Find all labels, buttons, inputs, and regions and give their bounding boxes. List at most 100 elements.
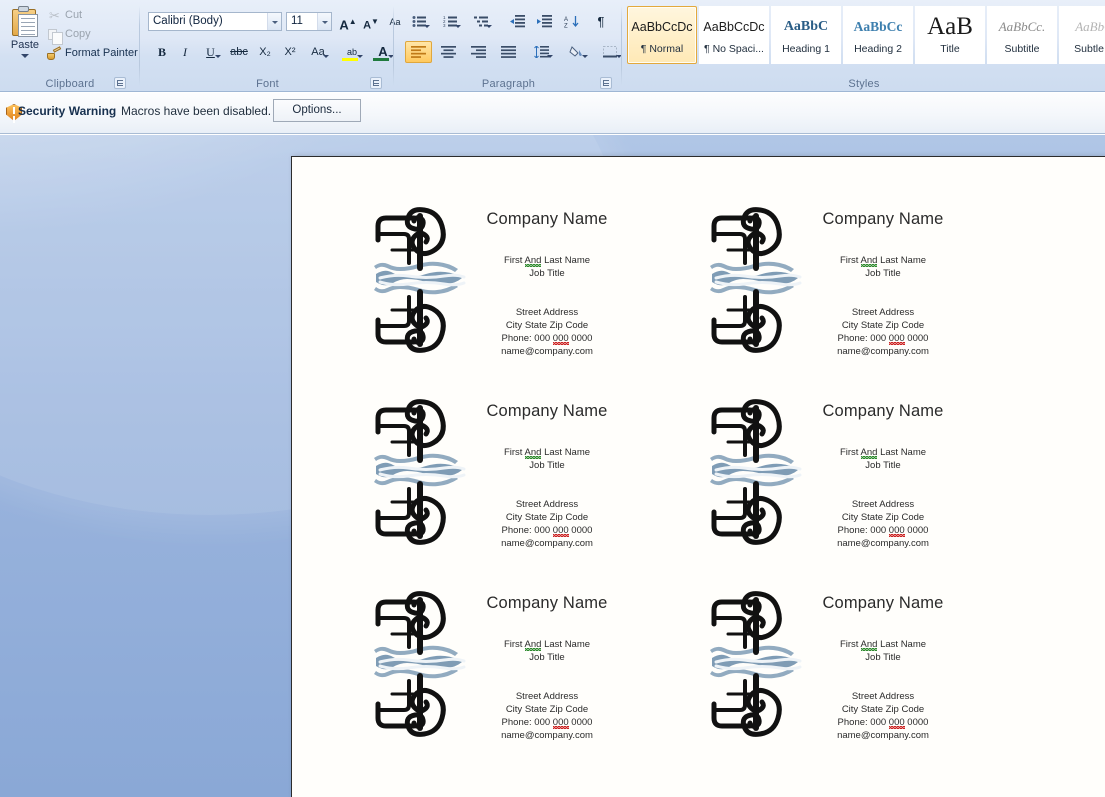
phone-number: Phone: 000 000 0000 <box>466 524 628 537</box>
person-name: First And Last Name <box>802 254 964 267</box>
business-card[interactable]: Company Name First And Last Name Job Tit… <box>292 581 628 773</box>
phone-number: Phone: 000 000 0000 <box>802 716 964 729</box>
chevron-down-icon[interactable] <box>21 54 29 58</box>
subscript-button[interactable]: X₂ <box>254 41 276 63</box>
change-case-button[interactable]: Aa <box>304 41 332 63</box>
chevron-down-icon[interactable] <box>267 13 281 30</box>
cut-button[interactable]: ✂ Cut <box>44 6 82 24</box>
city-state-zip: City State Zip Code <box>802 511 964 524</box>
chevron-down-icon[interactable] <box>323 55 329 58</box>
align-center-button[interactable] <box>435 41 462 63</box>
svg-text:A: A <box>564 17 568 23</box>
sort-icon: A Z <box>564 15 579 28</box>
chevron-down-icon[interactable] <box>357 55 363 58</box>
company-name: Company Name <box>802 401 964 421</box>
phone-number: Phone: 000 000 0000 <box>466 332 628 345</box>
paintbrush-icon <box>46 46 61 61</box>
style-name: Title <box>916 43 984 55</box>
business-card[interactable]: Company Name First And Last Name Job Tit… <box>292 197 628 389</box>
spelling-error-word: 000 <box>889 333 905 344</box>
align-left-icon <box>411 46 426 58</box>
style-item-heading-2[interactable]: AaBbCcHeading 2 <box>843 6 913 64</box>
multilevel-list-button[interactable] <box>467 11 495 33</box>
font-dialog-launcher[interactable] <box>370 77 382 89</box>
clipboard-dialog-launcher[interactable] <box>114 77 126 89</box>
chevron-down-icon[interactable] <box>424 25 430 28</box>
person-block: First And Last Name Job Title <box>802 446 964 472</box>
shrink-font-button[interactable]: A▼ <box>360 11 382 33</box>
superscript-button[interactable]: X² <box>279 41 301 63</box>
style-name: Subtle E <box>1060 43 1105 55</box>
paste-button[interactable]: Paste <box>4 4 46 66</box>
align-left-button[interactable] <box>405 41 432 63</box>
person-name: First And Last Name <box>466 254 628 267</box>
italic-button[interactable]: I <box>174 41 196 63</box>
copy-button[interactable]: Copy <box>44 25 91 43</box>
grammar-error-word: And <box>861 255 878 266</box>
card-text-block: Company Name First And Last Name Job Tit… <box>802 197 964 358</box>
email-address: name@company.com <box>466 537 628 550</box>
chevron-down-icon[interactable] <box>455 25 461 28</box>
business-card[interactable]: Company Name First And Last Name Job Tit… <box>628 581 964 773</box>
style-item-normal[interactable]: AaBbCcDc¶ Normal <box>627 6 697 64</box>
document-page[interactable]: Company Name First And Last Name Job Tit… <box>291 156 1105 797</box>
bold-button[interactable]: B <box>151 41 173 63</box>
underline-button[interactable]: U <box>197 41 224 63</box>
grammar-error-word: And <box>525 447 542 458</box>
bullets-button[interactable] <box>405 11 433 33</box>
chevron-down-icon[interactable] <box>582 55 588 58</box>
paragraph-dialog-launcher[interactable] <box>600 77 612 89</box>
ribbon-group-styles: AaBbCcDc¶ NormalAaBbCcDc¶ No Spaci...AaB… <box>623 0 1105 92</box>
font-name-combo[interactable]: Calibri (Body) <box>148 12 282 31</box>
style-item-heading-1[interactable]: AaBbCHeading 1 <box>771 6 841 64</box>
group-label-paragraph: Paragraph <box>395 78 622 90</box>
style-item-title[interactable]: AaBTitle <box>915 6 985 64</box>
shading-button[interactable] <box>561 41 591 63</box>
text-highlight-button[interactable]: ab <box>338 41 366 63</box>
strikethrough-button[interactable]: abc <box>227 41 251 63</box>
business-card[interactable]: Company Name First And Last Name Job Tit… <box>628 389 964 581</box>
address-block: Street Address City State Zip Code Phone… <box>802 498 964 550</box>
chevron-down-icon[interactable] <box>486 25 492 28</box>
street-address: Street Address <box>466 690 628 703</box>
chevron-down-icon[interactable] <box>547 55 553 58</box>
person-block: First And Last Name Job Title <box>466 638 628 664</box>
person-block: First And Last Name Job Title <box>466 446 628 472</box>
align-right-icon <box>471 46 486 58</box>
chevron-down-icon[interactable] <box>317 13 331 30</box>
company-name: Company Name <box>802 593 964 613</box>
style-name: ¶ No Spaci... <box>700 43 768 55</box>
business-card[interactable]: Company Name First And Last Name Job Tit… <box>292 389 628 581</box>
line-spacing-button[interactable] <box>526 41 556 63</box>
style-item-no-spaci[interactable]: AaBbCcDc¶ No Spaci... <box>699 6 769 64</box>
options-button[interactable]: Options... <box>273 99 361 122</box>
grammar-error-word: And <box>861 639 878 650</box>
phone-number: Phone: 000 000 0000 <box>466 716 628 729</box>
card-text-block: Company Name First And Last Name Job Tit… <box>466 197 628 358</box>
address-block: Street Address City State Zip Code Phone… <box>802 690 964 742</box>
spelling-error-word: 000 <box>553 525 569 536</box>
numbering-button[interactable]: 1 2 3 <box>436 11 464 33</box>
style-preview: AaBbCcDc <box>700 7 768 43</box>
city-state-zip: City State Zip Code <box>466 703 628 716</box>
ribbon-group-paragraph: 1 2 3 <box>395 0 622 92</box>
scroll-flourish-ornament-icon <box>374 398 466 546</box>
chevron-down-icon[interactable] <box>215 55 221 58</box>
job-title: Job Title <box>466 651 628 664</box>
align-right-button[interactable] <box>465 41 492 63</box>
clipboard-icon <box>10 6 40 38</box>
show-formatting-marks-button[interactable]: ¶ <box>589 11 613 33</box>
style-item-subtle-e[interactable]: AaBbCSubtle E <box>1059 6 1105 64</box>
scroll-flourish-ornament-icon <box>710 590 802 738</box>
style-item-subtitle[interactable]: AaBbCc.Subtitle <box>987 6 1057 64</box>
increase-indent-button[interactable] <box>532 11 556 33</box>
ribbon-group-clipboard: Paste ✂ Cut Copy Format Painter Clipboar… <box>0 0 140 92</box>
decrease-indent-button[interactable] <box>505 11 529 33</box>
document-workspace[interactable]: Company Name First And Last Name Job Tit… <box>0 135 1105 797</box>
business-card[interactable]: Company Name First And Last Name Job Tit… <box>628 197 964 389</box>
format-painter-button[interactable]: Format Painter <box>44 44 138 62</box>
sort-button[interactable]: A Z <box>559 11 583 33</box>
justify-button[interactable] <box>495 41 522 63</box>
font-size-combo[interactable]: 11 <box>286 12 332 31</box>
grow-font-button[interactable]: A▲ <box>337 11 359 33</box>
